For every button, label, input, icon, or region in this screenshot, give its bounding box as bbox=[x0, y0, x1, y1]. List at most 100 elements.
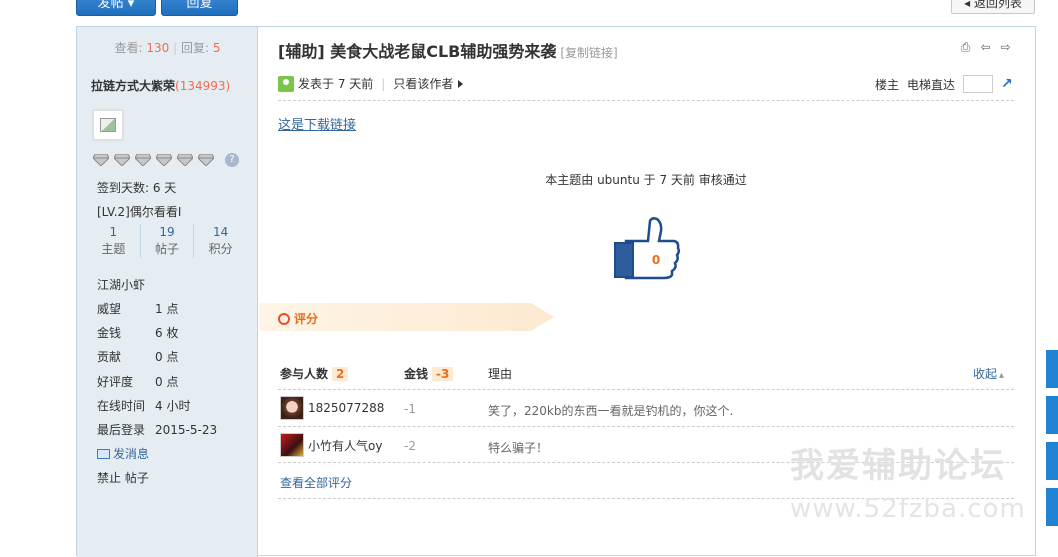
user-counts: 1 主题 19 帖子 14 积分 bbox=[87, 224, 247, 258]
stat-value: 6 枚 bbox=[155, 326, 179, 340]
signin-days: 签到天数: 6 天 bbox=[97, 181, 177, 195]
view-all-ratings-link[interactable]: 查看全部评分 bbox=[280, 474, 352, 491]
reason-header: 理由 bbox=[488, 367, 513, 381]
rating-label: 评分 bbox=[294, 312, 319, 326]
stat-value: 2015-5-23 bbox=[155, 423, 218, 437]
download-link[interactable]: 这是下载链接 bbox=[278, 114, 356, 133]
rater-name[interactable]: 小竹有人气oy bbox=[308, 437, 382, 454]
count-value: 1 bbox=[109, 225, 118, 239]
diamond-icon bbox=[177, 154, 193, 166]
participants-label: 参与人数 bbox=[280, 367, 329, 381]
count-label: 积分 bbox=[208, 242, 233, 256]
broken-image-icon bbox=[100, 118, 116, 132]
post-meta: 发表于 7 天前 | 只看该作者 bbox=[278, 75, 464, 92]
stat-money: 金钱 6 枚 bbox=[97, 324, 178, 341]
author-name[interactable]: 拉链方式大紫荣 bbox=[91, 79, 175, 93]
go-floor-icon[interactable]: ↗ bbox=[1001, 76, 1017, 92]
rater-name[interactable]: 1825077288 bbox=[308, 401, 384, 415]
next-thread-icon[interactable]: ⇨ bbox=[998, 40, 1013, 54]
divider bbox=[278, 100, 1014, 101]
stat-key: 在线时间 bbox=[97, 399, 146, 413]
send-message-label: 发消息 bbox=[113, 447, 150, 461]
diamond-icon bbox=[198, 154, 214, 166]
side-tab[interactable] bbox=[1046, 442, 1058, 480]
avatar[interactable] bbox=[280, 433, 304, 457]
watermark-url: www.52fzba.com bbox=[790, 494, 1026, 524]
stat-prestige: 威望 1 点 bbox=[97, 300, 178, 317]
diamond-icon bbox=[135, 154, 151, 166]
like-thumb-button[interactable]: 0 bbox=[612, 217, 682, 281]
help-icon[interactable]: ? bbox=[225, 153, 239, 167]
print-icon[interactable]: ⎙ bbox=[958, 40, 973, 54]
diamond-icon bbox=[93, 154, 109, 166]
rating-reason: 笑了，220kb的东西一看就是钓机的，你这个. bbox=[488, 404, 734, 418]
separator: | bbox=[381, 76, 386, 91]
rating-reason: 特么骗子！ bbox=[488, 441, 549, 455]
only-author-link[interactable]: 只看该作者 bbox=[393, 75, 453, 92]
view-reply-stats: 查看: 130 | 回复: 5 bbox=[114, 41, 221, 55]
new-post-label: 发帖 bbox=[97, 0, 124, 11]
stat-key: 最后登录 bbox=[97, 423, 146, 437]
floor-label: 楼主 bbox=[875, 77, 900, 92]
floor-jump-input[interactable] bbox=[963, 75, 994, 93]
back-to-list-button[interactable]: ◂ 返回列表 bbox=[951, 0, 1035, 14]
stat-contribution: 贡献 0 点 bbox=[97, 348, 178, 365]
divider bbox=[278, 426, 1014, 427]
side-tab[interactable] bbox=[1046, 488, 1058, 526]
stat-online-time: 在线时间 4 小时 bbox=[97, 397, 190, 414]
count-credits[interactable]: 14 积分 bbox=[194, 224, 247, 258]
stat-value: 1 点 bbox=[155, 302, 179, 316]
user-level[interactable]: [LV.2]偶尔看看I bbox=[97, 203, 181, 220]
online-user-icon bbox=[278, 75, 294, 92]
count-threads[interactable]: 1 主题 bbox=[87, 224, 141, 258]
author-uid: (134993) bbox=[175, 79, 231, 93]
views-count: 130 bbox=[146, 41, 170, 55]
stat-value: 0 点 bbox=[155, 375, 179, 389]
count-value: 14 bbox=[213, 225, 229, 239]
watermark-title: 我爱辅助论坛 bbox=[790, 446, 1006, 486]
envelope-icon bbox=[97, 449, 110, 459]
stat-key: 威望 bbox=[97, 302, 122, 316]
side-tab[interactable] bbox=[1046, 350, 1058, 388]
rating-section-label: 评分 bbox=[278, 310, 318, 327]
diamond-icon bbox=[156, 154, 172, 166]
jump-label: 电梯直达 bbox=[907, 77, 956, 92]
user-rank: 江湖小虾 bbox=[97, 278, 146, 292]
stat-rating: 好评度 0 点 bbox=[97, 373, 178, 390]
copy-link-button[interactable]: [复制链接] bbox=[560, 46, 617, 60]
arrow-right-icon bbox=[458, 79, 464, 88]
money-total: -3 bbox=[432, 367, 454, 381]
stat-value: 0 点 bbox=[155, 350, 179, 364]
rating-row: 1825077288 bbox=[280, 396, 384, 420]
floor-nav: 楼主 电梯直达 ↗ bbox=[875, 75, 1017, 93]
reply-label: 回复 bbox=[186, 0, 213, 11]
reply-button[interactable]: 回复 bbox=[161, 0, 238, 16]
money-label: 金钱 bbox=[404, 367, 429, 381]
replies-label: 回复: bbox=[180, 41, 210, 55]
participants-count: 2 bbox=[332, 367, 349, 381]
avatar[interactable] bbox=[93, 110, 123, 140]
circle-icon bbox=[278, 312, 290, 325]
count-label: 帖子 bbox=[155, 242, 180, 256]
new-post-button[interactable]: 发帖 ▾ bbox=[76, 0, 156, 16]
stat-value: 4 小时 bbox=[155, 399, 191, 413]
author-name-line: 拉链方式大紫荣(134993) bbox=[91, 77, 230, 94]
back-label: 返回列表 bbox=[973, 0, 1022, 10]
ban-posts-link[interactable]: 禁止 帖子 bbox=[97, 469, 149, 486]
back-arrow-icon: ◂ bbox=[964, 0, 971, 10]
count-posts[interactable]: 19 帖子 bbox=[141, 224, 195, 258]
prev-thread-icon[interactable]: ⇦ bbox=[978, 40, 993, 54]
post-tools: ⎙ ⇦ ⇨ bbox=[958, 40, 1013, 54]
posted-at: 发表于 7 天前 bbox=[298, 77, 374, 91]
avatar[interactable] bbox=[280, 396, 304, 420]
side-tab[interactable] bbox=[1046, 396, 1058, 434]
diamond-icon bbox=[114, 154, 130, 166]
stat-last-login: 最后登录 2015-5-23 bbox=[97, 421, 217, 438]
stat-key: 金钱 bbox=[97, 326, 122, 340]
stat-key: 好评度 bbox=[97, 375, 134, 389]
collapse-rating-button[interactable]: 收起 bbox=[973, 365, 1004, 382]
level-diamonds: ? bbox=[93, 153, 239, 167]
rating-row: 小竹有人气oy bbox=[280, 433, 382, 457]
like-count: 0 bbox=[652, 253, 660, 267]
send-message-link[interactable]: 发消息 bbox=[97, 445, 149, 462]
